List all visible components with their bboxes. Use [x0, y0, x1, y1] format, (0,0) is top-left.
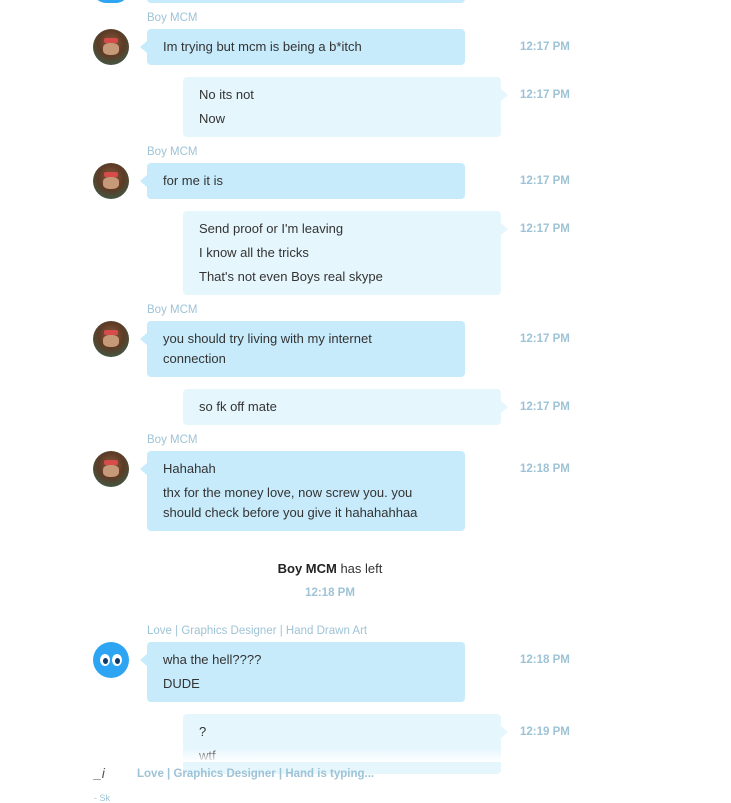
message-bubble: ? wtf: [183, 714, 508, 774]
user-avatar[interactable]: [93, 321, 129, 357]
message-timestamp: 12:17 PM: [520, 175, 570, 187]
message-bubble: you should try living with my internet c…: [140, 321, 465, 377]
user-avatar[interactable]: [93, 451, 129, 487]
message-timestamp: 12:17 PM: [520, 401, 570, 413]
avatar-eye-icon: [100, 654, 110, 666]
message-text: wha the hell????: [163, 652, 262, 667]
message-text: for me it is: [163, 173, 223, 188]
scroll-fade: [0, 748, 731, 762]
message-text: No its not: [199, 87, 254, 102]
message-bubble: Send proof or I'm leaving I know all the…: [183, 211, 508, 295]
message-text: Send proof or I'm leaving: [199, 221, 344, 236]
system-event: Boy MCM has left: [0, 561, 660, 576]
message-timestamp: 12:18 PM: [520, 654, 570, 666]
sender-name[interactable]: Boy MCM: [147, 12, 197, 24]
message-timestamp: 12:19 PM: [520, 726, 570, 738]
user-avatar[interactable]: [93, 0, 129, 3]
system-event-text: has left: [340, 561, 383, 576]
message-text: thx for the money love, now screw you. y…: [163, 485, 413, 500]
user-avatar[interactable]: [93, 163, 129, 199]
user-avatar[interactable]: [93, 29, 129, 65]
message-text: I know all the tricks: [199, 245, 309, 260]
message-text: should check before you give it hahahahh…: [163, 505, 418, 520]
message-text: you should try living with my internet: [163, 331, 372, 346]
system-event-user[interactable]: Boy MCM: [278, 561, 337, 576]
message-text: Hahahah: [163, 461, 216, 476]
avatar-eye-icon: [112, 654, 122, 666]
sender-name[interactable]: Love | Graphics Designer | Hand Drawn Ar…: [147, 625, 367, 637]
message-text: so fk off mate: [199, 399, 277, 414]
pencil-icon: _i: [94, 765, 105, 781]
message-text: That's not even Boys real skype: [199, 269, 383, 284]
message-text: Im trying but mcm is being a b*itch: [163, 39, 362, 54]
user-avatar[interactable]: [93, 642, 129, 678]
typing-indicator: Love | Graphics Designer | Hand is typin…: [137, 768, 375, 780]
message-bubble: wha the hell???? DUDE: [140, 642, 465, 702]
sender-name[interactable]: Boy MCM: [147, 304, 197, 316]
message-timestamp: 12:17 PM: [520, 333, 570, 345]
message-timestamp: 12:18 PM: [520, 463, 570, 475]
message-bubble: Im trying but mcm is being a b*itch: [140, 29, 465, 65]
message-timestamp: 12:17 PM: [520, 89, 570, 101]
partial-bottom-text: - Sk: [94, 793, 111, 803]
sender-name[interactable]: Boy MCM: [147, 434, 197, 446]
message-text: connection: [163, 351, 226, 366]
message-text: ?: [199, 724, 207, 739]
message-bubble: Hahahah thx for the money love, now scre…: [140, 451, 465, 531]
message-bubble: so fk off mate: [183, 389, 508, 425]
message-timestamp: 12:17 PM: [520, 41, 570, 53]
message-text: DUDE: [163, 676, 200, 691]
sender-name[interactable]: Boy MCM: [147, 146, 197, 158]
message-bubble: No its not Now: [183, 77, 508, 137]
system-event-timestamp: 12:18 PM: [305, 587, 355, 599]
message-text: Now: [199, 111, 226, 126]
message-timestamp: 12:17 PM: [520, 223, 570, 235]
message-bubble: for me it is: [140, 163, 465, 199]
message-bubble: [147, 0, 465, 3]
